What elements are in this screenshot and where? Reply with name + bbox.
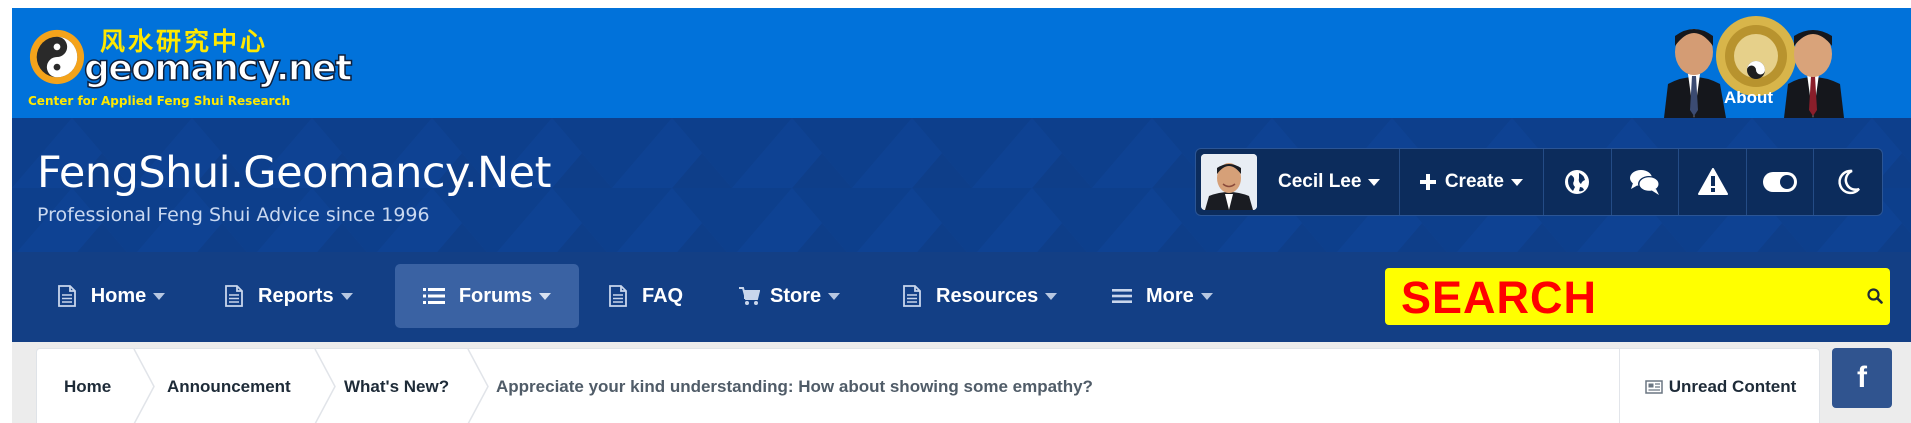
list-icon xyxy=(422,288,445,304)
hamburger-icon xyxy=(1112,289,1132,303)
nav-faq[interactable]: FAQ xyxy=(608,264,698,328)
search-box[interactable]: SEARCH xyxy=(1385,268,1890,325)
page: 风水研究中心 geomancy.net Center for Applied F… xyxy=(12,8,1911,423)
geomancy-logo[interactable]: 风水研究中心 geomancy.net Center for Applied F… xyxy=(26,18,353,110)
search-input[interactable] xyxy=(1385,268,1845,325)
newspaper-icon xyxy=(1645,379,1663,394)
yin-yang-icon xyxy=(29,29,85,85)
dark-mode-button[interactable] xyxy=(1814,149,1882,215)
nav-store[interactable]: Store xyxy=(738,264,858,328)
logo-tagline: Center for Applied Feng Shui Research xyxy=(28,94,291,108)
chevron-down-icon xyxy=(1510,178,1523,186)
document-icon xyxy=(225,285,243,307)
site-header: FengShui.Geomancy.Net Professional Feng … xyxy=(12,118,1911,252)
chevron-down-icon xyxy=(539,292,552,300)
top-banner: 风水研究中心 geomancy.net Center for Applied F… xyxy=(12,8,1911,118)
breadcrumb-whats-new[interactable]: What's New? xyxy=(344,349,449,423)
breadcrumb-separator xyxy=(314,349,336,423)
nav-home[interactable]: Home xyxy=(52,264,170,328)
nav-label: Reports xyxy=(258,284,334,307)
create-label: Create xyxy=(1444,171,1504,192)
facebook-icon: f xyxy=(1857,361,1867,394)
unread-content-link[interactable]: Unread Content xyxy=(1619,349,1821,423)
cart-icon xyxy=(739,287,760,305)
site-title[interactable]: FengShui.Geomancy.Net xyxy=(37,148,551,198)
nav-label: Home xyxy=(90,284,147,307)
nav-label: Forums xyxy=(458,284,533,307)
alerts-button[interactable] xyxy=(1679,149,1747,215)
chevron-down-icon xyxy=(1200,292,1213,300)
chevron-down-icon xyxy=(828,292,841,300)
main-nav: Home Reports Forums FAQ Store Resources … xyxy=(12,252,1911,342)
avatar xyxy=(1201,154,1257,210)
logo-wordmark: geomancy.net xyxy=(83,47,353,90)
nav-label: Store xyxy=(770,284,822,307)
document-icon xyxy=(57,285,76,307)
toggle-icon xyxy=(1763,172,1798,192)
alert-icon xyxy=(1697,168,1728,195)
plus-icon xyxy=(1419,174,1436,190)
nav-forums[interactable]: Forums xyxy=(395,264,579,328)
nav-reports[interactable]: Reports xyxy=(224,264,364,328)
breadcrumb-separator xyxy=(133,349,155,423)
document-icon xyxy=(609,285,627,307)
chevron-down-icon xyxy=(153,292,166,300)
document-icon xyxy=(903,285,921,307)
create-menu[interactable]: Create xyxy=(1400,149,1544,215)
breadcrumb-current-page: Appreciate your kind understanding: How … xyxy=(496,376,1093,396)
breadcrumb-home[interactable]: Home xyxy=(64,349,111,423)
conversations-button[interactable] xyxy=(1612,149,1680,215)
nav-label: FAQ xyxy=(642,284,684,307)
nav-label: Resources xyxy=(936,284,1039,307)
breadcrumb-separator xyxy=(467,349,489,423)
nav-label: More xyxy=(1146,284,1194,307)
chevron-down-icon xyxy=(1045,292,1058,300)
chevron-down-icon xyxy=(1368,178,1381,186)
nav-resources[interactable]: Resources xyxy=(902,264,1068,328)
chat-icon xyxy=(1629,170,1660,195)
username-label: Cecil Lee xyxy=(1278,171,1362,192)
about-banner-link[interactable]: About xyxy=(1644,12,1856,118)
user-toolbar: Cecil Lee Create xyxy=(1195,148,1883,216)
search-icon[interactable] xyxy=(1867,288,1883,304)
moon-icon xyxy=(1838,169,1861,195)
globe-icon xyxy=(1565,170,1590,194)
breadcrumb-announcement[interactable]: Announcement xyxy=(167,349,291,423)
chevron-down-icon xyxy=(340,292,353,300)
whats-new-button[interactable] xyxy=(1544,149,1612,215)
facebook-button[interactable]: f xyxy=(1832,348,1892,408)
style-toggle-button[interactable] xyxy=(1747,149,1815,215)
unread-label: Unread Content xyxy=(1668,376,1797,396)
account-menu[interactable]: Cecil Lee xyxy=(1196,149,1400,215)
site-subtitle: Professional Feng Shui Advice since 1996 xyxy=(37,204,430,226)
breadcrumb: Home Announcement What's New? Appreciate… xyxy=(36,348,1820,423)
nav-more[interactable]: More xyxy=(1112,264,1228,328)
about-label: About xyxy=(1724,88,1774,107)
